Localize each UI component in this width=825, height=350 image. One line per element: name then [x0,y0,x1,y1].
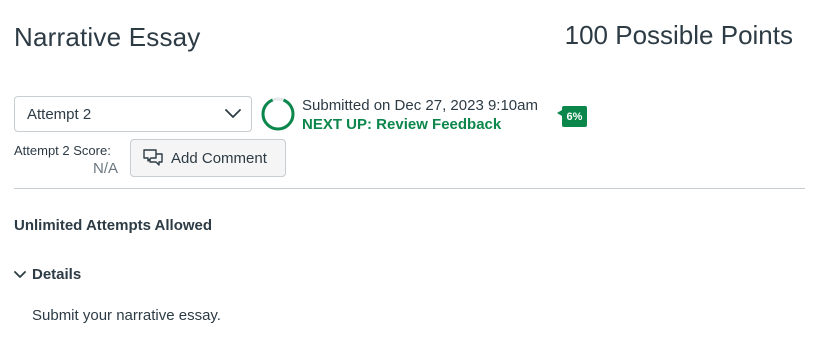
attempts-allowed: Unlimited Attempts Allowed [14,217,213,234]
attempt-select-value: Attempt 2 [27,105,92,123]
attempt-select[interactable]: Attempt 2 [14,96,252,132]
chevron-down-icon [225,109,241,119]
score-label: Attempt 2 Score: [14,143,111,158]
submission-status: Submitted on Dec 27, 2023 9:10am NEXT UP… [302,97,538,135]
possible-points: 100 Possible Points [564,20,793,50]
add-comment-label: Add Comment [171,149,267,167]
progress-ring-icon [261,97,295,131]
next-up-link[interactable]: NEXT UP: Review Feedback [302,115,538,135]
chevron-down-icon [14,270,32,279]
details-body: Submit your narrative essay. [32,307,221,324]
score-value: N/A [92,160,118,177]
submitted-date: Submitted on Dec 27, 2023 9:10am [302,97,538,114]
divider [14,188,805,189]
assignment-page: Narrative Essay 100 Possible Points Atte… [0,0,825,350]
details-label: Details [32,266,82,283]
add-comment-button[interactable]: Add Comment [130,139,286,177]
progress-percent-badge: 6% [557,106,587,127]
page-title: Narrative Essay [14,22,201,52]
comment-icon [143,149,171,167]
details-toggle[interactable]: Details [14,266,81,283]
